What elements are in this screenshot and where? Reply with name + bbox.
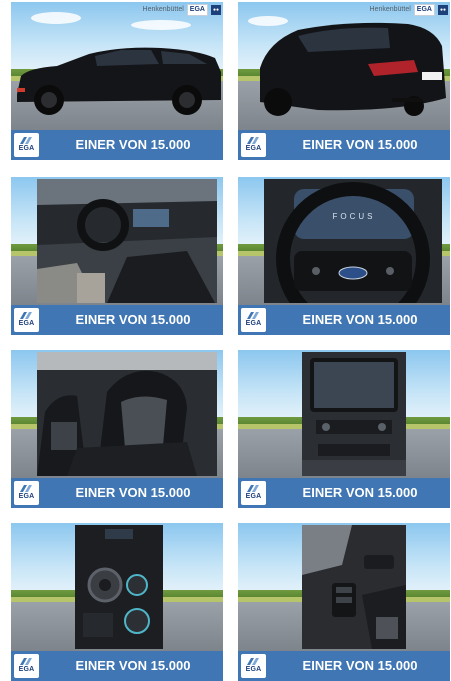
dealer-watermark: Henkenbüttel EGA ●● [143, 3, 221, 16]
ega-logo: EGA [14, 308, 39, 332]
background-scene [11, 350, 223, 478]
caption-banner: EGA EINER VON 15.000 [11, 305, 223, 335]
background-scene [238, 350, 450, 478]
door-panel-photo [302, 525, 406, 649]
caption-text: EINER VON 15.000 [302, 312, 418, 327]
steering-wheel-photo: FOCUS [264, 179, 442, 303]
caption-banner: EGA EINER VON 15.000 [11, 478, 223, 508]
background-scene [11, 2, 223, 130]
caption-banner: EGA EINER VON 15.000 [238, 478, 450, 508]
gallery-image-5[interactable]: EGA EINER VON 15.000 [11, 350, 223, 508]
caption-text: EINER VON 15.000 [75, 658, 191, 673]
caption-banner: EGA EINER VON 15.000 [11, 651, 223, 681]
infotainment-photo [302, 352, 406, 476]
gallery-image-3[interactable]: EGA EINER VON 15.000 [11, 177, 223, 335]
gallery-image-1[interactable]: Henkenbüttel EGA ●● EGA EINER VON 15.000 [11, 2, 223, 160]
car-side-photo [17, 47, 221, 115]
caption-banner: EGA EINER VON 15.000 [238, 305, 450, 335]
interior-dashboard-photo [37, 179, 217, 303]
ega-logo: EGA [14, 133, 39, 157]
ega-logo: EGA [241, 308, 266, 332]
gallery-image-6[interactable]: EGA EINER VON 15.000 [238, 350, 450, 508]
ega-logo: EGA [241, 133, 266, 157]
caption-text: EINER VON 15.000 [75, 312, 191, 327]
ega-logo: EGA [241, 654, 266, 678]
caption-text: EINER VON 15.000 [302, 485, 418, 500]
gallery-image-8[interactable]: EGA EINER VON 15.000 [238, 523, 450, 681]
background-scene [238, 2, 450, 130]
car-rear-photo [260, 22, 446, 116]
background-scene [11, 523, 223, 651]
dealer-watermark: Henkenbüttel EGA ●● [370, 3, 448, 16]
caption-text: EINER VON 15.000 [302, 137, 418, 152]
caption-banner: EGA EINER VON 15.000 [238, 130, 450, 160]
ega-logo: EGA [241, 481, 266, 505]
caption-banner: EGA EINER VON 15.000 [238, 651, 450, 681]
ega-logo: EGA [14, 654, 39, 678]
gear-selector-photo [75, 525, 163, 649]
image-gallery-grid: Henkenbüttel EGA ●● EGA EINER VON 15.000 [0, 0, 451, 681]
sport-seats-photo [37, 352, 217, 476]
caption-banner: EGA EINER VON 15.000 [11, 130, 223, 160]
ega-logo: EGA [14, 481, 39, 505]
gallery-image-4[interactable]: FOCUS EGA EINER VON 15.000 [238, 177, 450, 335]
background-scene: FOCUS [238, 177, 450, 305]
background-scene [11, 177, 223, 305]
gallery-image-2[interactable]: Henkenbüttel EGA ●● EGA EINER VON 15.000 [238, 2, 450, 160]
caption-text: EINER VON 15.000 [75, 137, 191, 152]
cluster-text: FOCUS [333, 212, 376, 221]
background-scene [238, 523, 450, 651]
gallery-image-7[interactable]: EGA EINER VON 15.000 [11, 523, 223, 681]
caption-text: EINER VON 15.000 [75, 485, 191, 500]
caption-text: EINER VON 15.000 [302, 658, 418, 673]
